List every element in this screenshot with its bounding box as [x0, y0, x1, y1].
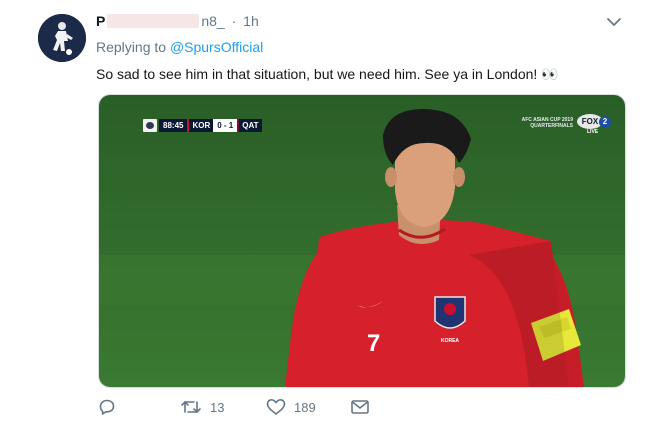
- live-label: LIVE: [587, 129, 599, 135]
- retweet-icon: [181, 401, 201, 413]
- separator: ·: [231, 13, 237, 29]
- like-button[interactable]: 189: [266, 398, 316, 416]
- match-photo: 7 KOREA: [99, 95, 625, 387]
- tweet-header: Pn8_ · 1h: [96, 12, 259, 30]
- jersey-number: 7: [367, 330, 380, 357]
- competition-stage: QUARTERFINALS: [530, 123, 573, 129]
- tweet-text: So sad to see him in that situation, but…: [96, 66, 559, 82]
- mention-link[interactable]: @SpursOfficial: [170, 39, 263, 55]
- scorebug: 88:45 KOR 0 - 1 QAT: [143, 119, 262, 132]
- tweet-photo[interactable]: 7 KOREA 88:45 KOR 0 - 1 QAT AFC ASIAN CU…: [98, 94, 626, 388]
- display-name[interactable]: P: [96, 13, 105, 29]
- envelope-icon: [351, 400, 369, 414]
- avatar[interactable]: [38, 14, 86, 62]
- reply-icon: [99, 399, 115, 415]
- heart-icon: [266, 399, 286, 415]
- retweet-count: 13: [210, 399, 225, 415]
- competition-label: AFC ASIAN CUP 2019 QUARTERFINALS: [522, 117, 573, 129]
- score: 0 - 1: [213, 119, 238, 132]
- channel-logo-icon: FOX 2 LIVE: [577, 113, 613, 135]
- timestamp[interactable]: 1h: [243, 13, 259, 29]
- jersey-team-text: KOREA: [441, 338, 459, 344]
- chevron-down-icon: [607, 18, 621, 26]
- match-clock: 88:45: [159, 119, 188, 132]
- direct-message-button[interactable]: [350, 398, 378, 416]
- away-team: QAT: [237, 119, 262, 132]
- tweet: Pn8_ · 1h Replying to @SpursOfficial So …: [0, 0, 660, 422]
- like-count: 189: [294, 399, 316, 415]
- user-handle[interactable]: n8_: [201, 13, 224, 29]
- replying-to: Replying to @SpursOfficial: [96, 39, 263, 55]
- more-options-button[interactable]: [604, 12, 624, 32]
- redacted-name: [107, 14, 200, 28]
- retweet-button[interactable]: 13: [180, 398, 224, 416]
- reply-button[interactable]: [98, 398, 124, 416]
- player-silhouette-icon: [38, 14, 86, 62]
- tournament-logo-icon: [143, 119, 157, 132]
- tweet-actions: 13 189: [0, 398, 660, 422]
- broadcast-overlay: AFC ASIAN CUP 2019 QUARTERFINALS FOX 2 L…: [522, 113, 613, 135]
- replying-label: Replying to: [96, 39, 167, 55]
- home-team: KOR: [187, 119, 214, 132]
- channel-number: 2: [599, 116, 611, 128]
